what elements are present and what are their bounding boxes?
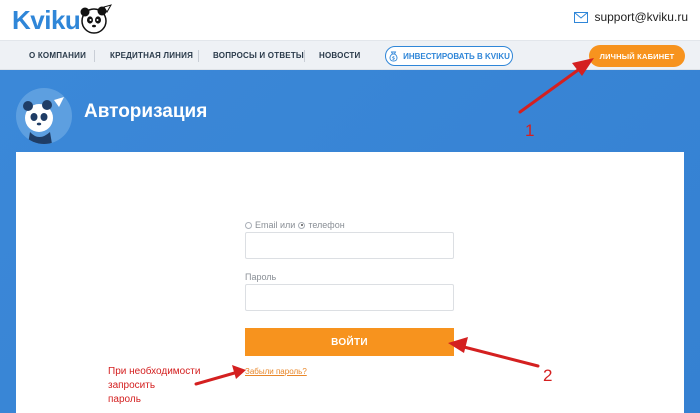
support-email[interactable]: support@kviku.ru — [594, 10, 688, 24]
login-type-selector: Email или телефон — [245, 220, 345, 230]
logo-text: Kviku — [12, 4, 81, 35]
kviku-logo[interactable]: Kviku — [12, 4, 113, 36]
radio-email-label[interactable]: Email или — [255, 220, 295, 230]
annotation-note-line: При необходимости — [108, 366, 201, 377]
radio-email[interactable] — [245, 221, 252, 229]
nav-item-faq[interactable]: ВОПРОСЫ И ОТВЕТЫ — [213, 41, 304, 71]
personal-cabinet-label: ЛИЧНЫЙ КАБИНЕТ — [599, 51, 675, 61]
nav-item-news[interactable]: НОВОСТИ — [319, 41, 360, 71]
svg-text:$: $ — [392, 55, 395, 61]
nav-divider — [304, 50, 305, 62]
login-field[interactable] — [245, 232, 454, 259]
top-header: Kviku support@kviku.ru — [0, 0, 700, 40]
invest-button[interactable]: $ ИНВЕСТИРОВАТЬ В KVIKU — [385, 46, 513, 66]
annotation-note: При необходимости запросить пароль — [108, 365, 228, 407]
envelope-icon — [574, 11, 589, 23]
panda-page-icon — [16, 88, 72, 144]
invest-button-label: ИНВЕСТИРОВАТЬ В KVIKU — [403, 51, 510, 61]
nav-divider — [94, 50, 95, 62]
personal-cabinet-button[interactable]: ЛИЧНЫЙ КАБИНЕТ — [589, 45, 685, 67]
money-bag-icon: $ — [389, 51, 398, 61]
radio-phone[interactable] — [298, 221, 306, 229]
annotation-marker-2: 2 — [543, 366, 553, 385]
radio-phone-label[interactable]: телефон — [308, 220, 344, 230]
nav-divider — [198, 50, 199, 62]
annotation-marker-1: 1 — [525, 121, 535, 140]
page-title: Авторизация — [84, 101, 208, 122]
panda-logo-icon — [80, 4, 113, 34]
login-button[interactable]: ВОЙТИ — [245, 328, 454, 356]
main-nav: О КОМПАНИИ КРЕДИТНАЯ ЛИНИЯ ВОПРОСЫ И ОТВ… — [0, 40, 700, 70]
nav-item-credit-line[interactable]: КРЕДИТНАЯ ЛИНИЯ — [110, 41, 193, 71]
annotation-note-line: пароль — [108, 394, 141, 405]
forgot-password-link[interactable]: Забыли пароль? — [245, 367, 307, 376]
annotation-note-line: запросить — [108, 380, 156, 391]
nav-item-about[interactable]: О КОМПАНИИ — [29, 41, 86, 71]
panda-icon — [23, 97, 64, 144]
login-button-label: ВОЙТИ — [331, 336, 368, 348]
password-field[interactable] — [245, 284, 454, 311]
password-label: Пароль — [245, 272, 277, 282]
support-contact[interactable]: support@kviku.ru — [574, 10, 688, 24]
